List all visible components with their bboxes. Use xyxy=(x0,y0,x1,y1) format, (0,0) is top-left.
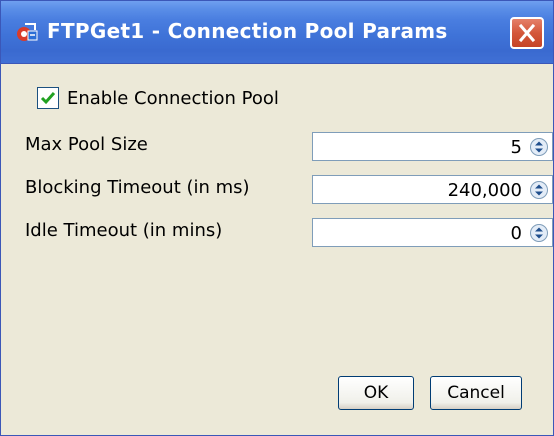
spinner-arrows-icon[interactable] xyxy=(530,224,548,242)
blocking-timeout-spinner[interactable]: 240,000 xyxy=(312,175,553,204)
title-bar[interactable]: FTPGet1 - Connection Pool Params xyxy=(1,1,553,64)
enable-connection-pool-label: Enable Connection Pool xyxy=(67,88,279,109)
blocking-timeout-label: Blocking Timeout (in ms) xyxy=(25,177,250,198)
blocking-timeout-value: 240,000 xyxy=(447,180,522,201)
max-pool-size-spinner[interactable]: 5 xyxy=(312,132,553,161)
window-title: FTPGet1 - Connection Pool Params xyxy=(47,19,448,43)
enable-connection-pool-checkbox[interactable] xyxy=(37,87,59,109)
close-button[interactable] xyxy=(510,17,544,49)
close-icon xyxy=(518,23,536,43)
dialog-window: FTPGet1 - Connection Pool Params Enable … xyxy=(0,0,554,436)
spinner-arrows-icon[interactable] xyxy=(530,138,548,156)
max-pool-size-label: Max Pool Size xyxy=(25,134,148,155)
ok-button[interactable]: OK xyxy=(338,376,414,410)
spinner-arrows-icon[interactable] xyxy=(530,181,548,199)
max-pool-size-value: 5 xyxy=(510,137,522,158)
idle-timeout-label: Idle Timeout (in mins) xyxy=(25,220,223,241)
cancel-button[interactable]: Cancel xyxy=(430,376,522,410)
connection-pool-icon xyxy=(17,23,38,41)
checkmark-icon xyxy=(40,92,56,105)
idle-timeout-value: 0 xyxy=(510,223,522,244)
idle-timeout-spinner[interactable]: 0 xyxy=(312,218,553,247)
